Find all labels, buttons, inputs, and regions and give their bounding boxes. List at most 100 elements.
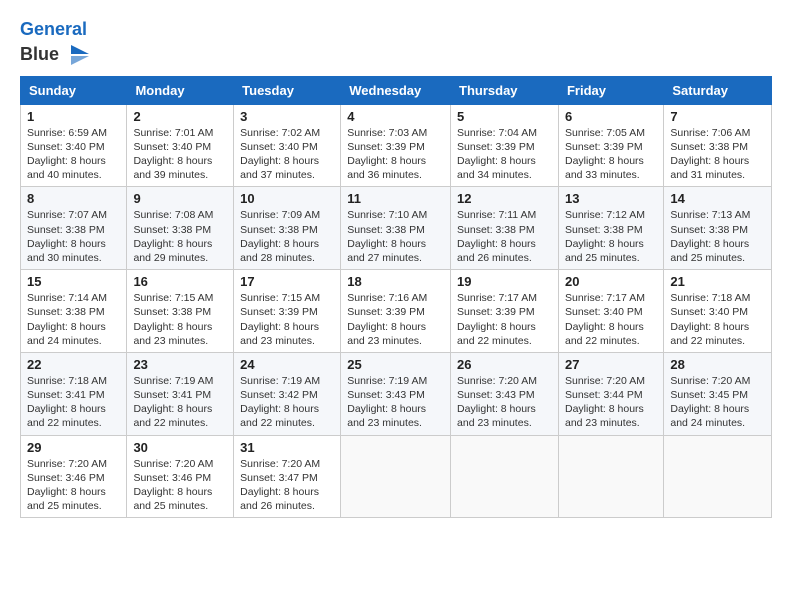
cell-info: Sunrise: 7:11 AMSunset: 3:38 PMDaylight:… [457, 208, 552, 265]
day-header-wednesday: Wednesday [341, 76, 451, 104]
calendar-cell [558, 435, 663, 518]
logo-line2: Blue [20, 44, 59, 65]
calendar-cell: 22 Sunrise: 7:18 AMSunset: 3:41 PMDaylig… [21, 352, 127, 435]
cell-info: Sunrise: 7:17 AMSunset: 3:40 PMDaylight:… [565, 291, 657, 348]
cell-info: Sunrise: 7:10 AMSunset: 3:38 PMDaylight:… [347, 208, 444, 265]
day-number: 12 [457, 191, 552, 206]
calendar-cell: 6 Sunrise: 7:05 AMSunset: 3:39 PMDayligh… [558, 104, 663, 187]
calendar-cell: 1 Sunrise: 6:59 AMSunset: 3:40 PMDayligh… [21, 104, 127, 187]
cell-info: Sunrise: 7:02 AMSunset: 3:40 PMDaylight:… [240, 126, 334, 183]
calendar-cell: 30 Sunrise: 7:20 AMSunset: 3:46 PMDaylig… [127, 435, 234, 518]
cell-info: Sunrise: 7:04 AMSunset: 3:39 PMDaylight:… [457, 126, 552, 183]
day-number: 16 [133, 274, 227, 289]
day-number: 28 [670, 357, 765, 372]
cell-info: Sunrise: 7:20 AMSunset: 3:47 PMDaylight:… [240, 457, 334, 514]
day-number: 24 [240, 357, 334, 372]
calendar-cell: 23 Sunrise: 7:19 AMSunset: 3:41 PMDaylig… [127, 352, 234, 435]
cell-info: Sunrise: 7:20 AMSunset: 3:46 PMDaylight:… [27, 457, 120, 514]
calendar-cell: 2 Sunrise: 7:01 AMSunset: 3:40 PMDayligh… [127, 104, 234, 187]
calendar-cell: 9 Sunrise: 7:08 AMSunset: 3:38 PMDayligh… [127, 187, 234, 270]
day-header-saturday: Saturday [664, 76, 772, 104]
day-number: 7 [670, 109, 765, 124]
calendar-cell: 13 Sunrise: 7:12 AMSunset: 3:38 PMDaylig… [558, 187, 663, 270]
calendar-cell: 5 Sunrise: 7:04 AMSunset: 3:39 PMDayligh… [451, 104, 559, 187]
cell-info: Sunrise: 7:08 AMSunset: 3:38 PMDaylight:… [133, 208, 227, 265]
logo-icon [61, 40, 91, 70]
calendar-week-row: 29 Sunrise: 7:20 AMSunset: 3:46 PMDaylig… [21, 435, 772, 518]
cell-info: Sunrise: 7:20 AMSunset: 3:43 PMDaylight:… [457, 374, 552, 431]
calendar-cell: 10 Sunrise: 7:09 AMSunset: 3:38 PMDaylig… [234, 187, 341, 270]
day-number: 20 [565, 274, 657, 289]
calendar-cell: 18 Sunrise: 7:16 AMSunset: 3:39 PMDaylig… [341, 270, 451, 353]
day-number: 15 [27, 274, 120, 289]
calendar-cell: 24 Sunrise: 7:19 AMSunset: 3:42 PMDaylig… [234, 352, 341, 435]
cell-info: Sunrise: 7:19 AMSunset: 3:41 PMDaylight:… [133, 374, 227, 431]
cell-info: Sunrise: 7:03 AMSunset: 3:39 PMDaylight:… [347, 126, 444, 183]
cell-info: Sunrise: 7:12 AMSunset: 3:38 PMDaylight:… [565, 208, 657, 265]
cell-info: Sunrise: 7:15 AMSunset: 3:38 PMDaylight:… [133, 291, 227, 348]
day-number: 6 [565, 109, 657, 124]
cell-info: Sunrise: 7:14 AMSunset: 3:38 PMDaylight:… [27, 291, 120, 348]
cell-info: Sunrise: 7:05 AMSunset: 3:39 PMDaylight:… [565, 126, 657, 183]
calendar-week-row: 15 Sunrise: 7:14 AMSunset: 3:38 PMDaylig… [21, 270, 772, 353]
cell-info: Sunrise: 7:15 AMSunset: 3:39 PMDaylight:… [240, 291, 334, 348]
calendar-cell: 26 Sunrise: 7:20 AMSunset: 3:43 PMDaylig… [451, 352, 559, 435]
cell-info: Sunrise: 7:19 AMSunset: 3:43 PMDaylight:… [347, 374, 444, 431]
day-number: 18 [347, 274, 444, 289]
day-number: 4 [347, 109, 444, 124]
calendar-cell: 7 Sunrise: 7:06 AMSunset: 3:38 PMDayligh… [664, 104, 772, 187]
cell-info: Sunrise: 7:20 AMSunset: 3:46 PMDaylight:… [133, 457, 227, 514]
day-number: 2 [133, 109, 227, 124]
cell-info: Sunrise: 7:09 AMSunset: 3:38 PMDaylight:… [240, 208, 334, 265]
calendar-cell: 16 Sunrise: 7:15 AMSunset: 3:38 PMDaylig… [127, 270, 234, 353]
calendar-cell: 28 Sunrise: 7:20 AMSunset: 3:45 PMDaylig… [664, 352, 772, 435]
cell-info: Sunrise: 7:13 AMSunset: 3:38 PMDaylight:… [670, 208, 765, 265]
calendar-cell: 4 Sunrise: 7:03 AMSunset: 3:39 PMDayligh… [341, 104, 451, 187]
calendar-cell: 25 Sunrise: 7:19 AMSunset: 3:43 PMDaylig… [341, 352, 451, 435]
day-number: 3 [240, 109, 334, 124]
calendar-cell: 19 Sunrise: 7:17 AMSunset: 3:39 PMDaylig… [451, 270, 559, 353]
day-number: 17 [240, 274, 334, 289]
calendar-cell: 20 Sunrise: 7:17 AMSunset: 3:40 PMDaylig… [558, 270, 663, 353]
calendar-cell: 15 Sunrise: 7:14 AMSunset: 3:38 PMDaylig… [21, 270, 127, 353]
calendar-cell: 11 Sunrise: 7:10 AMSunset: 3:38 PMDaylig… [341, 187, 451, 270]
page: General Blue SundayMondayTuesdayWednesda… [0, 0, 792, 612]
cell-info: Sunrise: 6:59 AMSunset: 3:40 PMDaylight:… [27, 126, 120, 183]
calendar-cell: 14 Sunrise: 7:13 AMSunset: 3:38 PMDaylig… [664, 187, 772, 270]
day-number: 1 [27, 109, 120, 124]
day-header-sunday: Sunday [21, 76, 127, 104]
day-number: 5 [457, 109, 552, 124]
day-number: 8 [27, 191, 120, 206]
calendar-cell: 21 Sunrise: 7:18 AMSunset: 3:40 PMDaylig… [664, 270, 772, 353]
day-number: 29 [27, 440, 120, 455]
calendar-cell: 29 Sunrise: 7:20 AMSunset: 3:46 PMDaylig… [21, 435, 127, 518]
cell-info: Sunrise: 7:18 AMSunset: 3:40 PMDaylight:… [670, 291, 765, 348]
day-number: 30 [133, 440, 227, 455]
day-number: 31 [240, 440, 334, 455]
day-header-tuesday: Tuesday [234, 76, 341, 104]
calendar-cell: 12 Sunrise: 7:11 AMSunset: 3:38 PMDaylig… [451, 187, 559, 270]
calendar-table: SundayMondayTuesdayWednesdayThursdayFrid… [20, 76, 772, 518]
cell-info: Sunrise: 7:18 AMSunset: 3:41 PMDaylight:… [27, 374, 120, 431]
day-number: 14 [670, 191, 765, 206]
day-number: 11 [347, 191, 444, 206]
day-header-monday: Monday [127, 76, 234, 104]
day-number: 9 [133, 191, 227, 206]
calendar-header-row: SundayMondayTuesdayWednesdayThursdayFrid… [21, 76, 772, 104]
calendar-cell [341, 435, 451, 518]
day-number: 21 [670, 274, 765, 289]
calendar-cell: 3 Sunrise: 7:02 AMSunset: 3:40 PMDayligh… [234, 104, 341, 187]
calendar-cell: 31 Sunrise: 7:20 AMSunset: 3:47 PMDaylig… [234, 435, 341, 518]
day-header-friday: Friday [558, 76, 663, 104]
calendar-week-row: 1 Sunrise: 6:59 AMSunset: 3:40 PMDayligh… [21, 104, 772, 187]
day-number: 10 [240, 191, 334, 206]
day-number: 22 [27, 357, 120, 372]
calendar-cell [451, 435, 559, 518]
day-number: 25 [347, 357, 444, 372]
cell-info: Sunrise: 7:17 AMSunset: 3:39 PMDaylight:… [457, 291, 552, 348]
cell-info: Sunrise: 7:07 AMSunset: 3:38 PMDaylight:… [27, 208, 120, 265]
logo-line1: General [20, 19, 87, 39]
calendar-week-row: 22 Sunrise: 7:18 AMSunset: 3:41 PMDaylig… [21, 352, 772, 435]
header: General Blue [20, 16, 772, 70]
calendar-cell: 17 Sunrise: 7:15 AMSunset: 3:39 PMDaylig… [234, 270, 341, 353]
